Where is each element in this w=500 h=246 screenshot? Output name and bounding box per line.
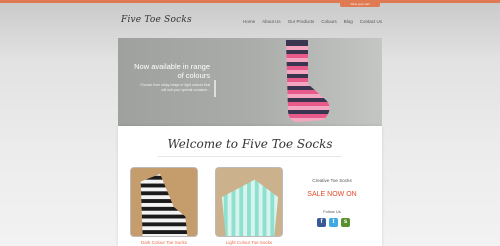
facebook-icon[interactable]: f — [317, 218, 326, 227]
hero-slider[interactable]: Now available in range of colours Choose… — [118, 38, 382, 126]
divider — [158, 156, 342, 157]
nav-blog[interactable]: Blog — [344, 19, 353, 24]
striped-sock-image — [286, 40, 330, 122]
view-cart-button[interactable]: View your cart — [340, 1, 380, 7]
light-socks-image — [216, 168, 282, 236]
stumbleupon-icon[interactable]: s — [341, 218, 350, 227]
slider-divider — [214, 80, 216, 97]
nav-home[interactable]: Home — [243, 19, 255, 24]
main-content: Welcome to Five Toe Socks Dark Colour To… — [118, 126, 382, 246]
dark-socks-image — [131, 168, 197, 236]
site-logo[interactable]: Five Toe Socks — [121, 15, 192, 25]
nav-about-us[interactable]: About Us — [262, 19, 281, 24]
sidebar-title: Creative Toe Socks — [312, 178, 352, 183]
product-caption-dark[interactable]: Dark Colour Toe Socks — [130, 240, 198, 245]
follow-label: Follow Us — [323, 209, 341, 214]
product-light-socks[interactable] — [215, 167, 283, 237]
slider-subtext: Choose from stripy range or light colour… — [140, 83, 210, 92]
nav-colours[interactable]: Colours — [321, 19, 337, 24]
nav-our-products[interactable]: Our Products — [288, 19, 315, 24]
twitter-icon[interactable]: t — [329, 218, 338, 227]
main-nav: Home About Us Our Products Colours Blog … — [243, 19, 382, 24]
slider-heading: Now available in range of colours — [134, 62, 210, 80]
nav-contact-us[interactable]: Contact Us — [360, 19, 382, 24]
welcome-title: Welcome to Five Toe Socks — [167, 137, 333, 151]
product-caption-light[interactable]: Light Colour Toe Socks — [215, 240, 283, 245]
sale-banner[interactable]: SALE NOW ON — [300, 191, 364, 198]
top-bar — [0, 0, 500, 3]
social-links: f t s — [317, 218, 350, 227]
product-dark-socks[interactable] — [130, 167, 198, 237]
